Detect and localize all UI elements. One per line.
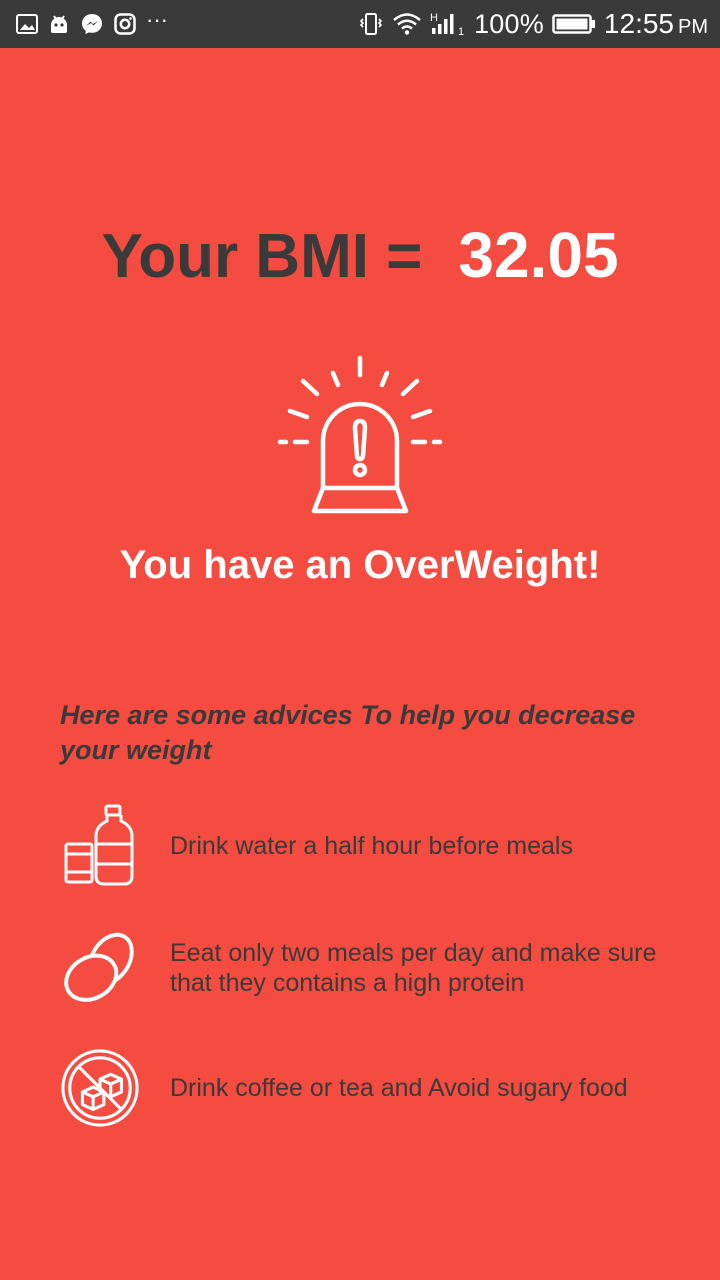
battery-percent: 100%: [474, 8, 544, 39]
signal-icon: H 1: [430, 11, 466, 37]
advice-item-water: Drink water a half hour before meals: [60, 804, 680, 886]
advice-item-protein: Eeat only two meals per day and make sur…: [60, 928, 680, 1008]
no-sugar-icon: [60, 1048, 140, 1128]
bmi-value: 32.05: [458, 219, 619, 291]
gallery-icon: [16, 14, 38, 34]
weight-status-message: You have an OverWeight!: [119, 543, 601, 587]
android-icon: [48, 13, 70, 35]
more-notifications-icon: ···: [146, 7, 168, 32]
system-icons: H 1 100% 12:55 PM: [350, 8, 708, 40]
advice-item-sugar: Drink coffee or tea and Avoid sugary foo…: [60, 1048, 680, 1128]
water-bottle-glass-icon: [60, 804, 140, 886]
eggs-icon: [60, 928, 140, 1008]
sim-slot-label: 1: [458, 26, 464, 37]
wifi-icon: [392, 12, 422, 36]
notification-icons: ···: [16, 7, 178, 36]
advice-text: Eeat only two meals per day and make sur…: [170, 939, 657, 997]
siren-alarm-icon: [275, 353, 445, 523]
advice-heading: Here are some advices To help you decrea…: [60, 700, 636, 765]
messenger-icon: [80, 12, 104, 36]
clock-ampm: PM: [678, 16, 708, 38]
status-bar: ··· H 1 100% 12:55 PM: [0, 0, 720, 48]
bmi-result-screen: Your BMI = 32.05 You have an OverWeight!…: [0, 48, 720, 1280]
bmi-label: Your BMI =: [101, 222, 423, 291]
advice-text: Drink water a half hour before meals: [170, 832, 573, 860]
battery-icon: [552, 13, 596, 35]
network-type-label: H: [430, 12, 438, 24]
instagram-icon: [114, 13, 136, 35]
bmi-result-row: Your BMI = 32.05: [0, 218, 720, 292]
clock: 12:55 PM: [604, 8, 708, 40]
clock-time: 12:55: [603, 8, 674, 39]
battery-level-fill: [556, 18, 588, 30]
advice-text: Drink coffee or tea and Avoid sugary foo…: [170, 1074, 628, 1102]
vibrate-icon: [358, 11, 384, 37]
